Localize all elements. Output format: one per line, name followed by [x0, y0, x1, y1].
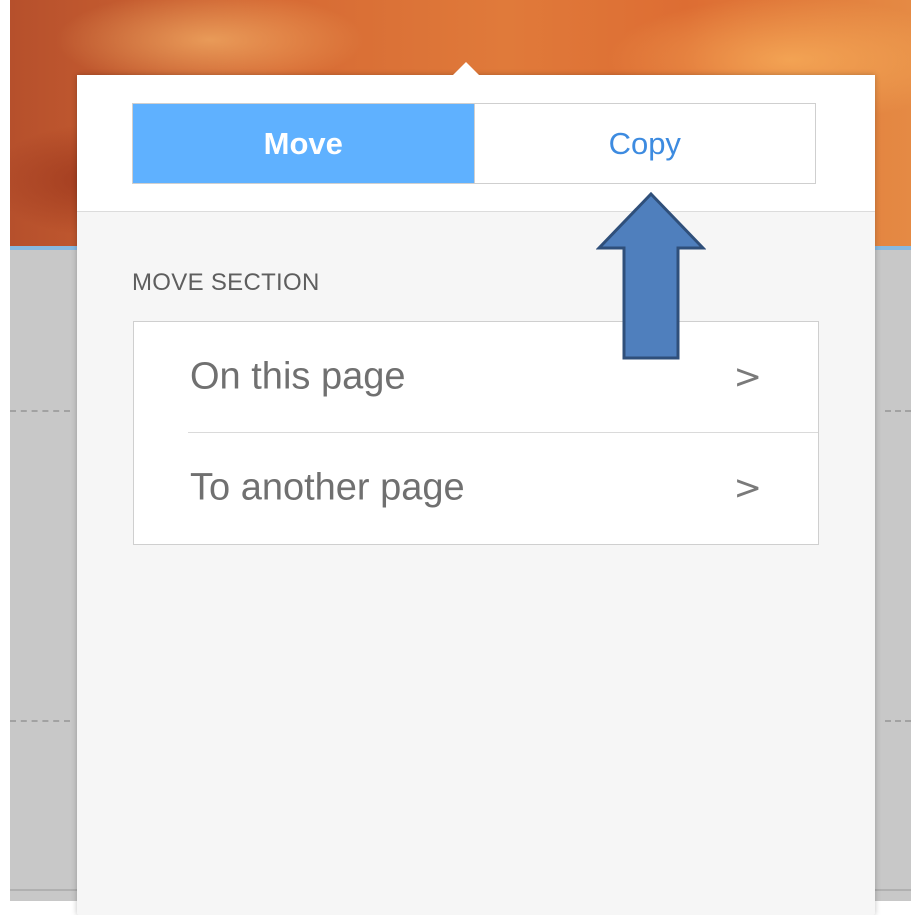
- dashed-divider-right-top: [885, 410, 911, 412]
- chevron-right-icon: >: [733, 468, 763, 508]
- option-label: To another page: [190, 466, 465, 509]
- option-label: On this page: [190, 355, 406, 398]
- section-heading: MOVE SECTION: [132, 269, 320, 296]
- dashed-divider-left-top: [10, 410, 70, 412]
- move-options-list: On this page > To another page >: [133, 321, 819, 545]
- copy-tab-button[interactable]: Copy: [473, 104, 815, 183]
- up-arrow-icon: [596, 192, 706, 360]
- option-to-another-page[interactable]: To another page >: [134, 433, 818, 543]
- move-tab-button[interactable]: Move: [133, 104, 474, 183]
- popover-caret: [452, 62, 480, 76]
- move-copy-popover: Move Copy MOVE SECTION On this page > To…: [77, 75, 875, 915]
- dashed-divider-right-bottom: [885, 720, 911, 722]
- chevron-right-icon: >: [733, 357, 763, 397]
- option-on-this-page[interactable]: On this page >: [134, 322, 818, 432]
- popover-header: Move Copy: [77, 75, 875, 212]
- move-copy-toggle: Move Copy: [132, 103, 816, 184]
- dashed-divider-left-bottom: [10, 720, 70, 722]
